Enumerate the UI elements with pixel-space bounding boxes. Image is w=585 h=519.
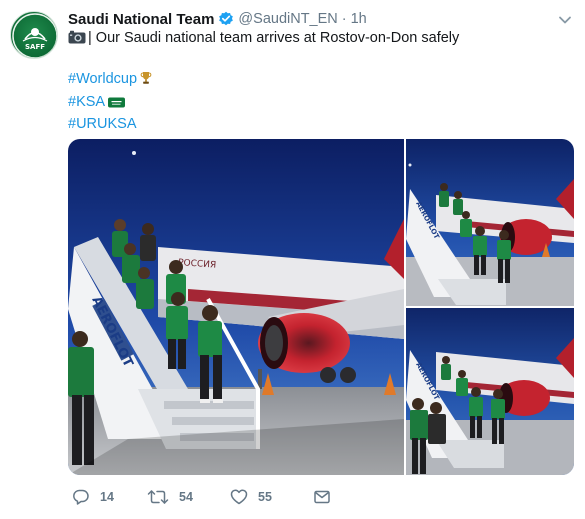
saff-logo: SAFF — [12, 13, 57, 58]
envelope-icon — [314, 490, 330, 504]
hashtag-ksa[interactable]: #KSA — [68, 92, 152, 115]
photo-main[interactable]: РОССИЯ AEROFLOT — [68, 139, 404, 475]
hashtag-list: #Worldcup #KSA #URUKSA — [68, 69, 152, 135]
reply-icon — [73, 489, 89, 505]
svg-text:SAFF: SAFF — [25, 43, 45, 51]
author-handle[interactable]: @SaudiNT_EN — [238, 11, 337, 27]
hashtag-worldcup-label[interactable]: #Worldcup — [68, 71, 137, 87]
media-grid: РОССИЯ AEROFLOT AEROFLOT AEROFLOT — [68, 139, 574, 475]
photo-main-image: РОССИЯ AEROFLOT — [68, 139, 404, 475]
hashtag-uruksa-label[interactable]: #URUKSA — [68, 116, 137, 132]
avatar[interactable]: SAFF — [10, 11, 58, 59]
like-count: 55 — [258, 490, 272, 504]
tweet-timestamp[interactable]: 1h — [351, 11, 367, 27]
photo-top-image: AEROFLOT — [406, 139, 574, 306]
photo-top[interactable]: AEROFLOT — [406, 139, 574, 306]
reply-count: 14 — [100, 490, 114, 504]
like-button[interactable]: 55 — [230, 487, 272, 507]
tweet-text: | Our Saudi national team arrives at Ros… — [68, 29, 568, 48]
direct-message-button[interactable] — [313, 487, 331, 507]
retweet-button[interactable]: 54 — [147, 487, 193, 507]
tweet: SAFF Saudi National Team @SaudiNT_EN · 1… — [0, 0, 585, 519]
hashtag-ksa-label[interactable]: #KSA — [68, 94, 105, 110]
trophy-icon — [140, 71, 152, 92]
author-name[interactable]: Saudi National Team — [68, 11, 214, 28]
tweet-body: | Our Saudi national team arrives at Ros… — [88, 30, 460, 46]
hashtag-worldcup[interactable]: #Worldcup — [68, 69, 152, 92]
separator-dot: · — [341, 11, 347, 27]
hashtag-uruksa[interactable]: #URUKSA — [68, 114, 152, 135]
reply-button[interactable]: 14 — [72, 487, 114, 507]
camera-icon — [68, 30, 86, 44]
heart-icon — [230, 489, 248, 505]
chevron-down-icon[interactable] — [558, 12, 572, 24]
photo-bottom-image: AEROFLOT — [406, 308, 574, 475]
verified-badge-icon — [218, 11, 234, 27]
photo-bottom[interactable]: AEROFLOT — [406, 308, 574, 475]
tweet-header: Saudi National Team @SaudiNT_EN · 1h — [68, 10, 367, 28]
retweet-icon — [147, 490, 169, 504]
retweet-count: 54 — [179, 490, 193, 504]
saudi-flag-icon — [108, 94, 126, 115]
